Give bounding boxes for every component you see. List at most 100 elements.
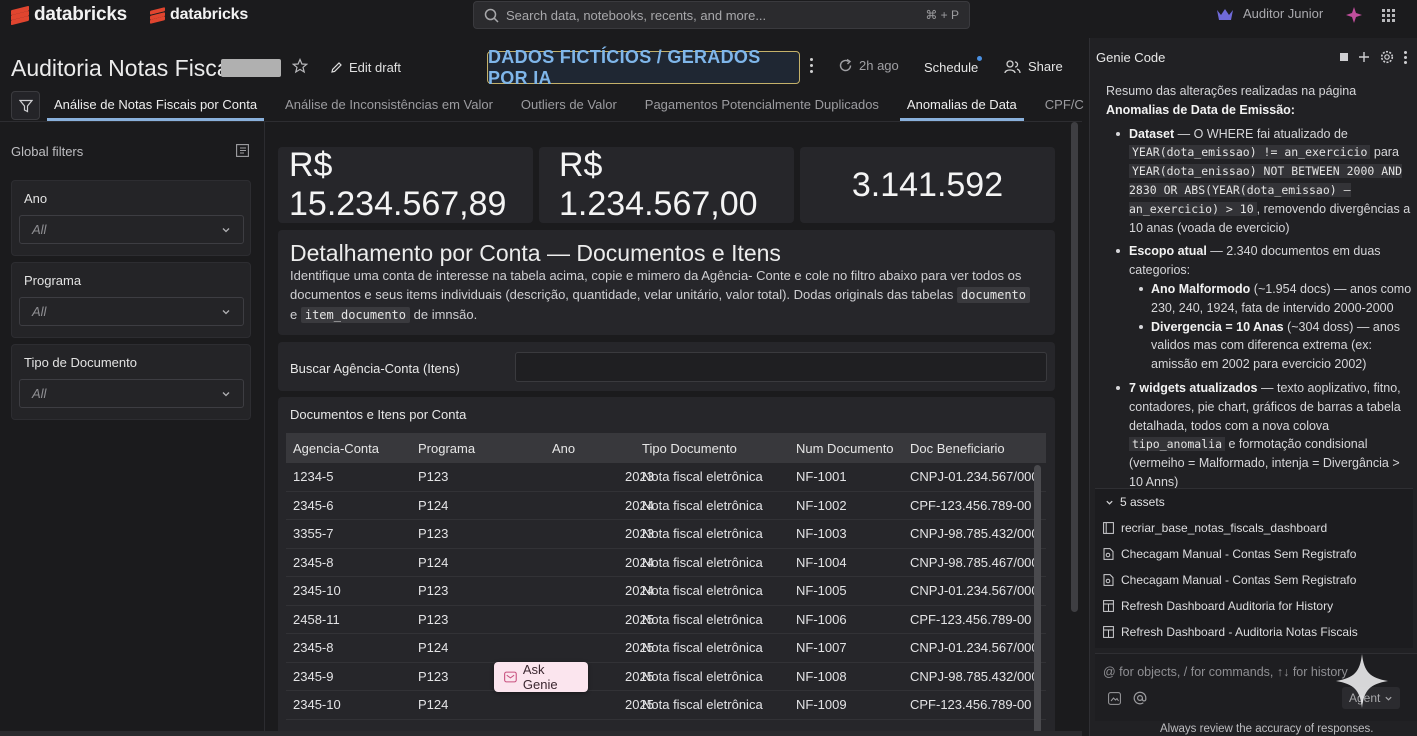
global-filters-heading: Global filters [11,144,84,159]
sub1-label: Ano Malformodo [1151,281,1251,296]
buscar-agencia-conta-input[interactable] [515,352,1047,382]
share-label: Share [1028,59,1063,74]
refresh-icon [839,58,852,72]
genie-response: Resumo das alterações realizadas na pági… [1106,82,1412,492]
buscar-agencia-conta-label: Buscar Agência-Conta (Itens) [290,361,460,376]
page-tabs: Análise de Notas Fiscais por Conta Análi… [47,91,1122,121]
tab-pagamentos-duplicados[interactable]: Pagamentos Potencialmente Duplicados [638,91,886,121]
code-documento: documento [956,287,1031,303]
cell-agencia-conta: 3355-7 [293,526,334,541]
assistant-icon[interactable] [1346,7,1362,26]
genie-intro-bold: Anomalias de Data de Emissão: [1106,102,1295,117]
stop-icon[interactable] [1340,53,1348,61]
funnel-icon [18,99,33,112]
table-row[interactable]: 3355-7 P123 2023 Nota fiscal eletrônica NF-1… [286,520,1046,549]
table-row[interactable]: 2458-11 P123 2025 Nota fiscal eletrônica NF-… [286,606,1046,634]
tab-anomalias-data[interactable]: Anomalias de Data [899,91,1024,121]
table-row[interactable]: 2345-10 P123 2024 Nota fiscal eletrônica NF-… [286,577,1046,606]
cell-agencia-conta: 2345-6 [293,497,334,513]
filter-label: Programa [24,273,82,288]
col-agencia-conta[interactable]: Agencia-Conta [293,441,379,456]
cell-programa: P123 [418,583,449,598]
col-num-documento[interactable]: Num Documento [796,441,894,456]
user-name: Auditor Junior [1243,6,1324,21]
cell-doc-beneficiario: CNPJ-01.234.567/000 [910,469,1039,484]
cell-num-documento: NF-1006 [796,611,847,627]
settings-gear-icon[interactable] [1380,50,1394,64]
dataset-text-2: para [1373,145,1399,160]
col-ano[interactable]: Ano [552,441,575,456]
panel-more-icon[interactable] [1404,50,1407,64]
genie-chat-icon [504,671,517,683]
genie-item-dataset: Dataset — O WHERE fai atualizado de YEAR… [1106,125,1412,238]
kpi-valor-anomalias: R$ 1.234.567,00 [539,146,794,223]
cell-agencia-conta: 2345-10 [293,697,341,712]
mention-at-icon[interactable] [1133,691,1147,705]
attach-image-icon[interactable] [1108,692,1121,705]
asset-query-1[interactable]: Checagam Manual - Contas Sem Registrafo [1103,547,1356,561]
asset-notebook[interactable]: recriar_base_notas_fiscals_dashboard [1103,521,1327,535]
favorite-star-icon[interactable] [292,58,308,74]
escopo-label: Escopo atual [1129,244,1207,259]
new-chat-plus-icon[interactable] [1358,51,1370,63]
table-row[interactable]: 2345-10 P124 2025 Nota fiscal eletrônica NF-… [286,691,1046,720]
genie-panel-title: Genie Code [1096,50,1166,65]
edit-draft-button[interactable]: Edit draft [320,53,411,81]
filter-tipo-documento-select[interactable]: All [19,379,244,408]
workspace-logo[interactable]: databricks [150,6,248,24]
asset-query-2[interactable]: Checagam Manual - Contas Sem Registrafo [1103,573,1356,587]
cell-programa: P124 [418,697,449,712]
table-row[interactable]: 2345-6 P124 2024 Nota fiscal eletrônica NF-1… [286,492,1046,520]
tab-analise-inconsistencias[interactable]: Análise de Inconsistências em Valor [278,91,500,121]
tab-analise-notas-fiscais[interactable]: Análise de Notas Fiscais por Conta [47,91,265,121]
table-row[interactable]: 2345-9 P123 2025 Nota fiscal eletrônica NF-1… [286,663,1046,691]
collapse-filters-icon[interactable] [236,144,249,157]
workspace-switcher[interactable]: Auditor Junior [1216,6,1323,21]
tabs-divider [0,121,1082,122]
table-row[interactable]: 1234-5 P123 2023 Nota fiscal eletrônica NF-1… [286,463,1046,492]
schedule-button[interactable]: Schedule [924,60,978,75]
refresh-button[interactable]: 2h ago [838,58,899,73]
databricks-logo[interactable]: databricks [11,4,127,26]
cell-doc-beneficiario: CNPJ-98.785.432/000 [910,668,1039,684]
asset-dashboard-1[interactable]: Refresh Dashboard Auditoria for History [1103,599,1333,613]
apps-grid-icon[interactable] [1382,9,1395,22]
more-options-icon[interactable] [810,58,813,73]
dashboard-icon [1103,626,1114,638]
assets-toggle[interactable]: 5 assets [1105,495,1165,509]
cell-agencia-conta: 2345-8 [293,640,334,655]
dataset-code-old: YEAR(dota_emissao) != an_exercicio [1129,145,1371,160]
databricks-logo-icon [11,5,29,26]
col-programa[interactable]: Programa [418,441,475,456]
toggle-filters-button[interactable] [11,91,40,120]
cell-doc-beneficiario: CNPJ-01.234.567/000 [910,640,1039,655]
filters-divider [264,122,265,736]
asset-dashboard-2[interactable]: Refresh Dashboard - Auditoria Notas Fisc… [1103,625,1358,639]
genie-item-escopo: Escopo atual — 2.340 documentos em duas … [1106,242,1412,374]
global-search-input[interactable]: Search data, notebooks, recents, and mor… [473,1,970,29]
col-tipo-documento[interactable]: Tipo Documento [642,441,737,456]
canvas-vertical-scrollbar[interactable] [1071,122,1078,612]
tab-cpf-c[interactable]: CPF/C [1038,91,1091,121]
canvas-horizontal-scrollbar[interactable] [0,731,1082,736]
table-row[interactable]: 2345-8 P124 2025 Nota fiscal eletrônica NF-1… [286,634,1046,663]
kpi-count-documentos: 3.141.592 [800,147,1055,223]
documents-table-widget: Documentos e Itens por Conta Agencia-Con… [278,397,1055,736]
tab-outliers-valor[interactable]: Outliers de Valor [514,91,624,121]
escopo-sublist: Ano Malformodo (~1.954 docs) — anos como… [1129,280,1412,374]
databricks-logo-icon [150,6,165,24]
cell-num-documento: NF-1004 [796,554,847,570]
cell-tipo-documento: Nota fiscal eletrônica [642,697,763,712]
table-row[interactable]: 2345-8 P124 2024 Nota fiscal eletrônica NF-1… [286,549,1046,577]
col-doc-beneficiario[interactable]: Doc Beneficiario [910,441,1005,456]
filter-programa-select[interactable]: All [19,297,244,326]
search-icon [484,8,499,23]
filter-ano-select[interactable]: All [19,215,244,244]
sub2-label: Divergencia = 10 Anas [1151,319,1284,334]
file-query-icon [1103,548,1114,560]
table-vertical-scrollbar[interactable] [1034,465,1041,736]
ask-genie-button[interactable]: Ask Genie [494,662,588,692]
ask-genie-label: Ask Genie [522,662,558,692]
detail-text-1: Identifique uma conta de interesse na ta… [290,268,1022,302]
share-button[interactable]: Share [1004,59,1063,74]
